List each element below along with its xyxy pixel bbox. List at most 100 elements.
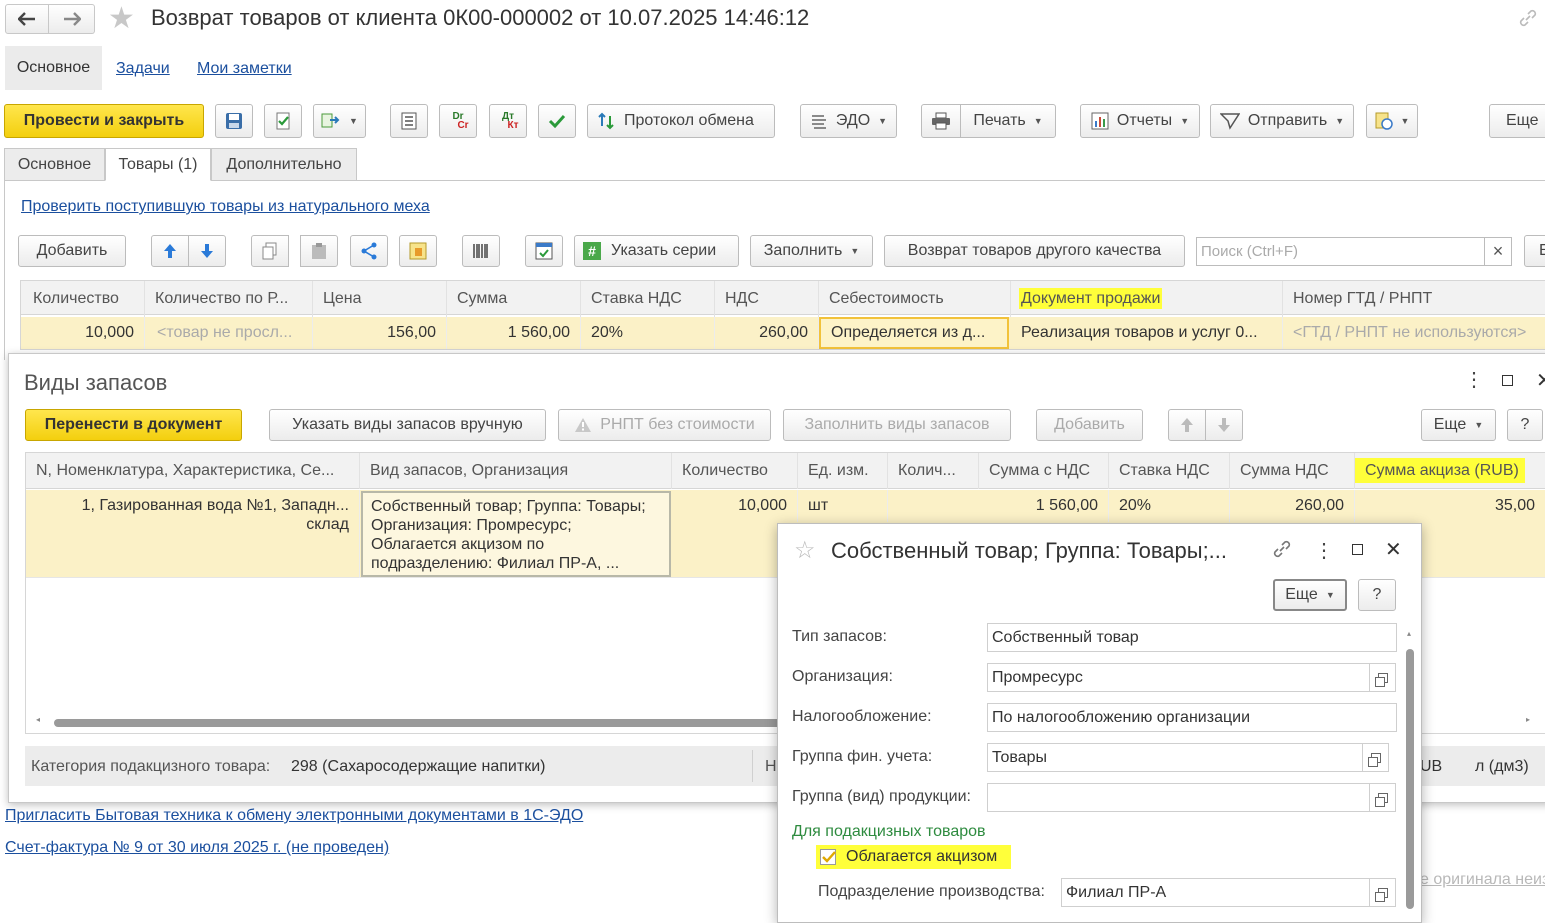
col-sale-doc[interactable]: Документ продажи bbox=[1011, 281, 1283, 317]
move-down-button[interactable] bbox=[188, 235, 226, 267]
tab-goods[interactable]: Товары (1) bbox=[105, 148, 211, 181]
excise-checkbox-row[interactable]: Облагается акцизом bbox=[816, 845, 1011, 869]
horizontal-scrollbar[interactable] bbox=[54, 719, 814, 727]
cell-unit[interactable]: шт bbox=[798, 490, 888, 522]
cell-quantity[interactable]: 10,000 bbox=[672, 490, 798, 522]
journal-button[interactable] bbox=[390, 104, 428, 138]
back-button[interactable] bbox=[5, 4, 49, 34]
share-button[interactable] bbox=[350, 235, 388, 267]
nav-tasks[interactable]: Задачи bbox=[116, 60, 170, 78]
send-button[interactable]: Отправить ▼ bbox=[1210, 104, 1354, 138]
cell-sum-vat[interactable]: 1 560,00 bbox=[979, 490, 1109, 522]
stock-more-button[interactable]: Еще ▼ bbox=[1421, 409, 1496, 441]
cell-qty-by[interactable]: <товар не просл... bbox=[145, 317, 313, 349]
link-icon[interactable] bbox=[1518, 8, 1538, 32]
specify-manual-button[interactable]: Указать виды запасов вручную bbox=[269, 409, 546, 441]
invoice-link[interactable]: Счет-фактура № 9 от 30 июля 2025 г. (не … bbox=[5, 839, 389, 857]
check-doc-button[interactable] bbox=[525, 235, 563, 267]
stock-type-field[interactable]: Собственный товар bbox=[987, 623, 1397, 652]
col-sum[interactable]: Сумма bbox=[447, 281, 581, 317]
organization-field[interactable]: Промресурс bbox=[987, 663, 1370, 692]
division-field[interactable]: Филиал ПР-А bbox=[1061, 878, 1370, 907]
division-open-button[interactable] bbox=[1370, 878, 1396, 907]
add-stock-button[interactable]: Добавить bbox=[1036, 409, 1143, 441]
cell-vat-rate[interactable]: 20% bbox=[581, 317, 715, 349]
dr-cr-button[interactable]: Dr Cr bbox=[439, 104, 477, 138]
check-button[interactable] bbox=[538, 104, 576, 138]
col-qty[interactable]: Количество bbox=[21, 281, 145, 317]
cell-vat-sum[interactable]: 260,00 bbox=[1230, 490, 1355, 522]
save-button[interactable] bbox=[215, 104, 253, 138]
col-excise[interactable]: Сумма акциза (RUB) bbox=[1355, 453, 1545, 489]
col-stock-type[interactable]: Вид запасов, Организация bbox=[360, 453, 672, 489]
tab-additional[interactable]: Дополнительно bbox=[211, 148, 357, 181]
col-vat-sum[interactable]: Сумма НДС bbox=[1230, 453, 1355, 489]
cell-gtd[interactable]: <ГТД / РНПТ не используются> bbox=[1283, 317, 1545, 349]
dt-kt-button[interactable]: Дт Кт bbox=[489, 104, 527, 138]
cell-stock-type[interactable]: Собственный товар; Группа: Товары; Орган… bbox=[361, 491, 671, 577]
search-input[interactable]: Поиск (Ctrl+F) bbox=[1196, 237, 1485, 266]
check-fur-link[interactable]: Проверить поступившую товары из натураль… bbox=[21, 198, 430, 216]
copy-button[interactable] bbox=[251, 235, 289, 267]
goods-more-button[interactable]: Е bbox=[1524, 235, 1545, 267]
organization-open-button[interactable] bbox=[1370, 663, 1396, 692]
col-sum-vat[interactable]: Сумма с НДС bbox=[979, 453, 1109, 489]
cell-vat-rate-stock[interactable]: 20% bbox=[1109, 490, 1230, 522]
exchange-log-button[interactable]: Протокол обмена bbox=[587, 104, 775, 138]
form-close-icon[interactable]: ✕ bbox=[1385, 537, 1402, 562]
forward-button[interactable] bbox=[49, 4, 95, 34]
form-maximize-icon[interactable] bbox=[1352, 544, 1363, 555]
stock-up-button[interactable] bbox=[1168, 409, 1206, 441]
print-button[interactable]: Печать ▼ bbox=[960, 104, 1056, 138]
fin-group-field[interactable]: Товары bbox=[987, 743, 1363, 772]
return-other-quality-button[interactable]: Возврат товаров другого качества bbox=[884, 235, 1185, 267]
stock-help-button[interactable]: ? bbox=[1507, 409, 1543, 441]
invite-edo-link[interactable]: Пригласить Бытовая техника к обмену элек… bbox=[5, 807, 583, 825]
form-vertical-scrollbar[interactable] bbox=[1406, 649, 1414, 909]
post-close-button[interactable]: Провести и закрыть bbox=[4, 104, 204, 138]
attachments-button[interactable]: ▼ bbox=[1366, 104, 1418, 138]
col-qty-by[interactable]: Количество по Р... bbox=[145, 281, 313, 317]
product-group-open-button[interactable] bbox=[1370, 783, 1396, 812]
rnpt-no-cost-button[interactable]: РНПТ без стоимости bbox=[558, 409, 771, 441]
paste-button[interactable] bbox=[300, 235, 338, 267]
cell-qty[interactable]: 10,000 bbox=[21, 317, 145, 349]
nav-notes[interactable]: Мои заметки bbox=[197, 60, 292, 78]
col-nomenclature[interactable]: N, Номенклатура, Характеристика, Се... bbox=[26, 453, 360, 489]
reports-button[interactable]: Отчеты ▼ bbox=[1080, 104, 1200, 138]
form-more-button[interactable]: Еще ▼ bbox=[1273, 579, 1347, 611]
cell-nomenclature[interactable]: 1, Газированная вода №1, Западн... склад bbox=[26, 490, 360, 578]
cell-excise[interactable]: 35,00 bbox=[1355, 490, 1545, 522]
pick-goods-button[interactable] bbox=[399, 235, 437, 267]
dialog-menu-icon[interactable]: ⋮ bbox=[1464, 370, 1484, 390]
col-qty-short[interactable]: Колич... bbox=[888, 453, 979, 489]
form-link-icon[interactable] bbox=[1272, 539, 1292, 563]
more-button[interactable]: Еще bbox=[1489, 104, 1545, 138]
barcode-button[interactable] bbox=[462, 235, 500, 267]
maximize-icon[interactable] bbox=[1502, 375, 1513, 386]
col-vat[interactable]: НДС bbox=[715, 281, 819, 317]
product-group-field[interactable] bbox=[987, 783, 1370, 812]
form-menu-icon[interactable]: ⋮ bbox=[1314, 538, 1334, 563]
print-icon-button[interactable] bbox=[921, 104, 961, 138]
fin-group-open-button[interactable] bbox=[1363, 743, 1389, 772]
cell-vat[interactable]: 260,00 bbox=[715, 317, 819, 349]
col-cost[interactable]: Себестоимость bbox=[819, 281, 1011, 317]
favorite-star-icon[interactable]: ★ bbox=[108, 2, 135, 36]
search-clear-button[interactable]: × bbox=[1485, 237, 1512, 266]
nav-main[interactable]: Основное bbox=[5, 46, 102, 90]
add-goods-button[interactable]: Добавить bbox=[18, 235, 126, 267]
tab-main[interactable]: Основное bbox=[4, 148, 105, 181]
form-help-button[interactable]: ? bbox=[1358, 579, 1396, 611]
col-vat-rate[interactable]: Ставка НДС bbox=[581, 281, 715, 317]
table-row[interactable]: 10,000 <товар не просл... 156,00 1 560,0… bbox=[21, 317, 1545, 349]
taxation-field[interactable]: По налогообложению организации bbox=[987, 703, 1397, 732]
transfer-to-doc-button[interactable]: Перенести в документ bbox=[25, 409, 242, 441]
stock-down-button[interactable] bbox=[1205, 409, 1243, 441]
cell-price[interactable]: 156,00 bbox=[313, 317, 447, 349]
specify-series-button[interactable]: # Указать серии bbox=[574, 235, 739, 267]
cell-sum[interactable]: 1 560,00 bbox=[447, 317, 581, 349]
col-quantity[interactable]: Количество bbox=[672, 453, 798, 489]
col-gtd[interactable]: Номер ГТД / РНПТ bbox=[1283, 281, 1545, 317]
scroll-left-arrow[interactable]: ◂ bbox=[36, 715, 40, 724]
